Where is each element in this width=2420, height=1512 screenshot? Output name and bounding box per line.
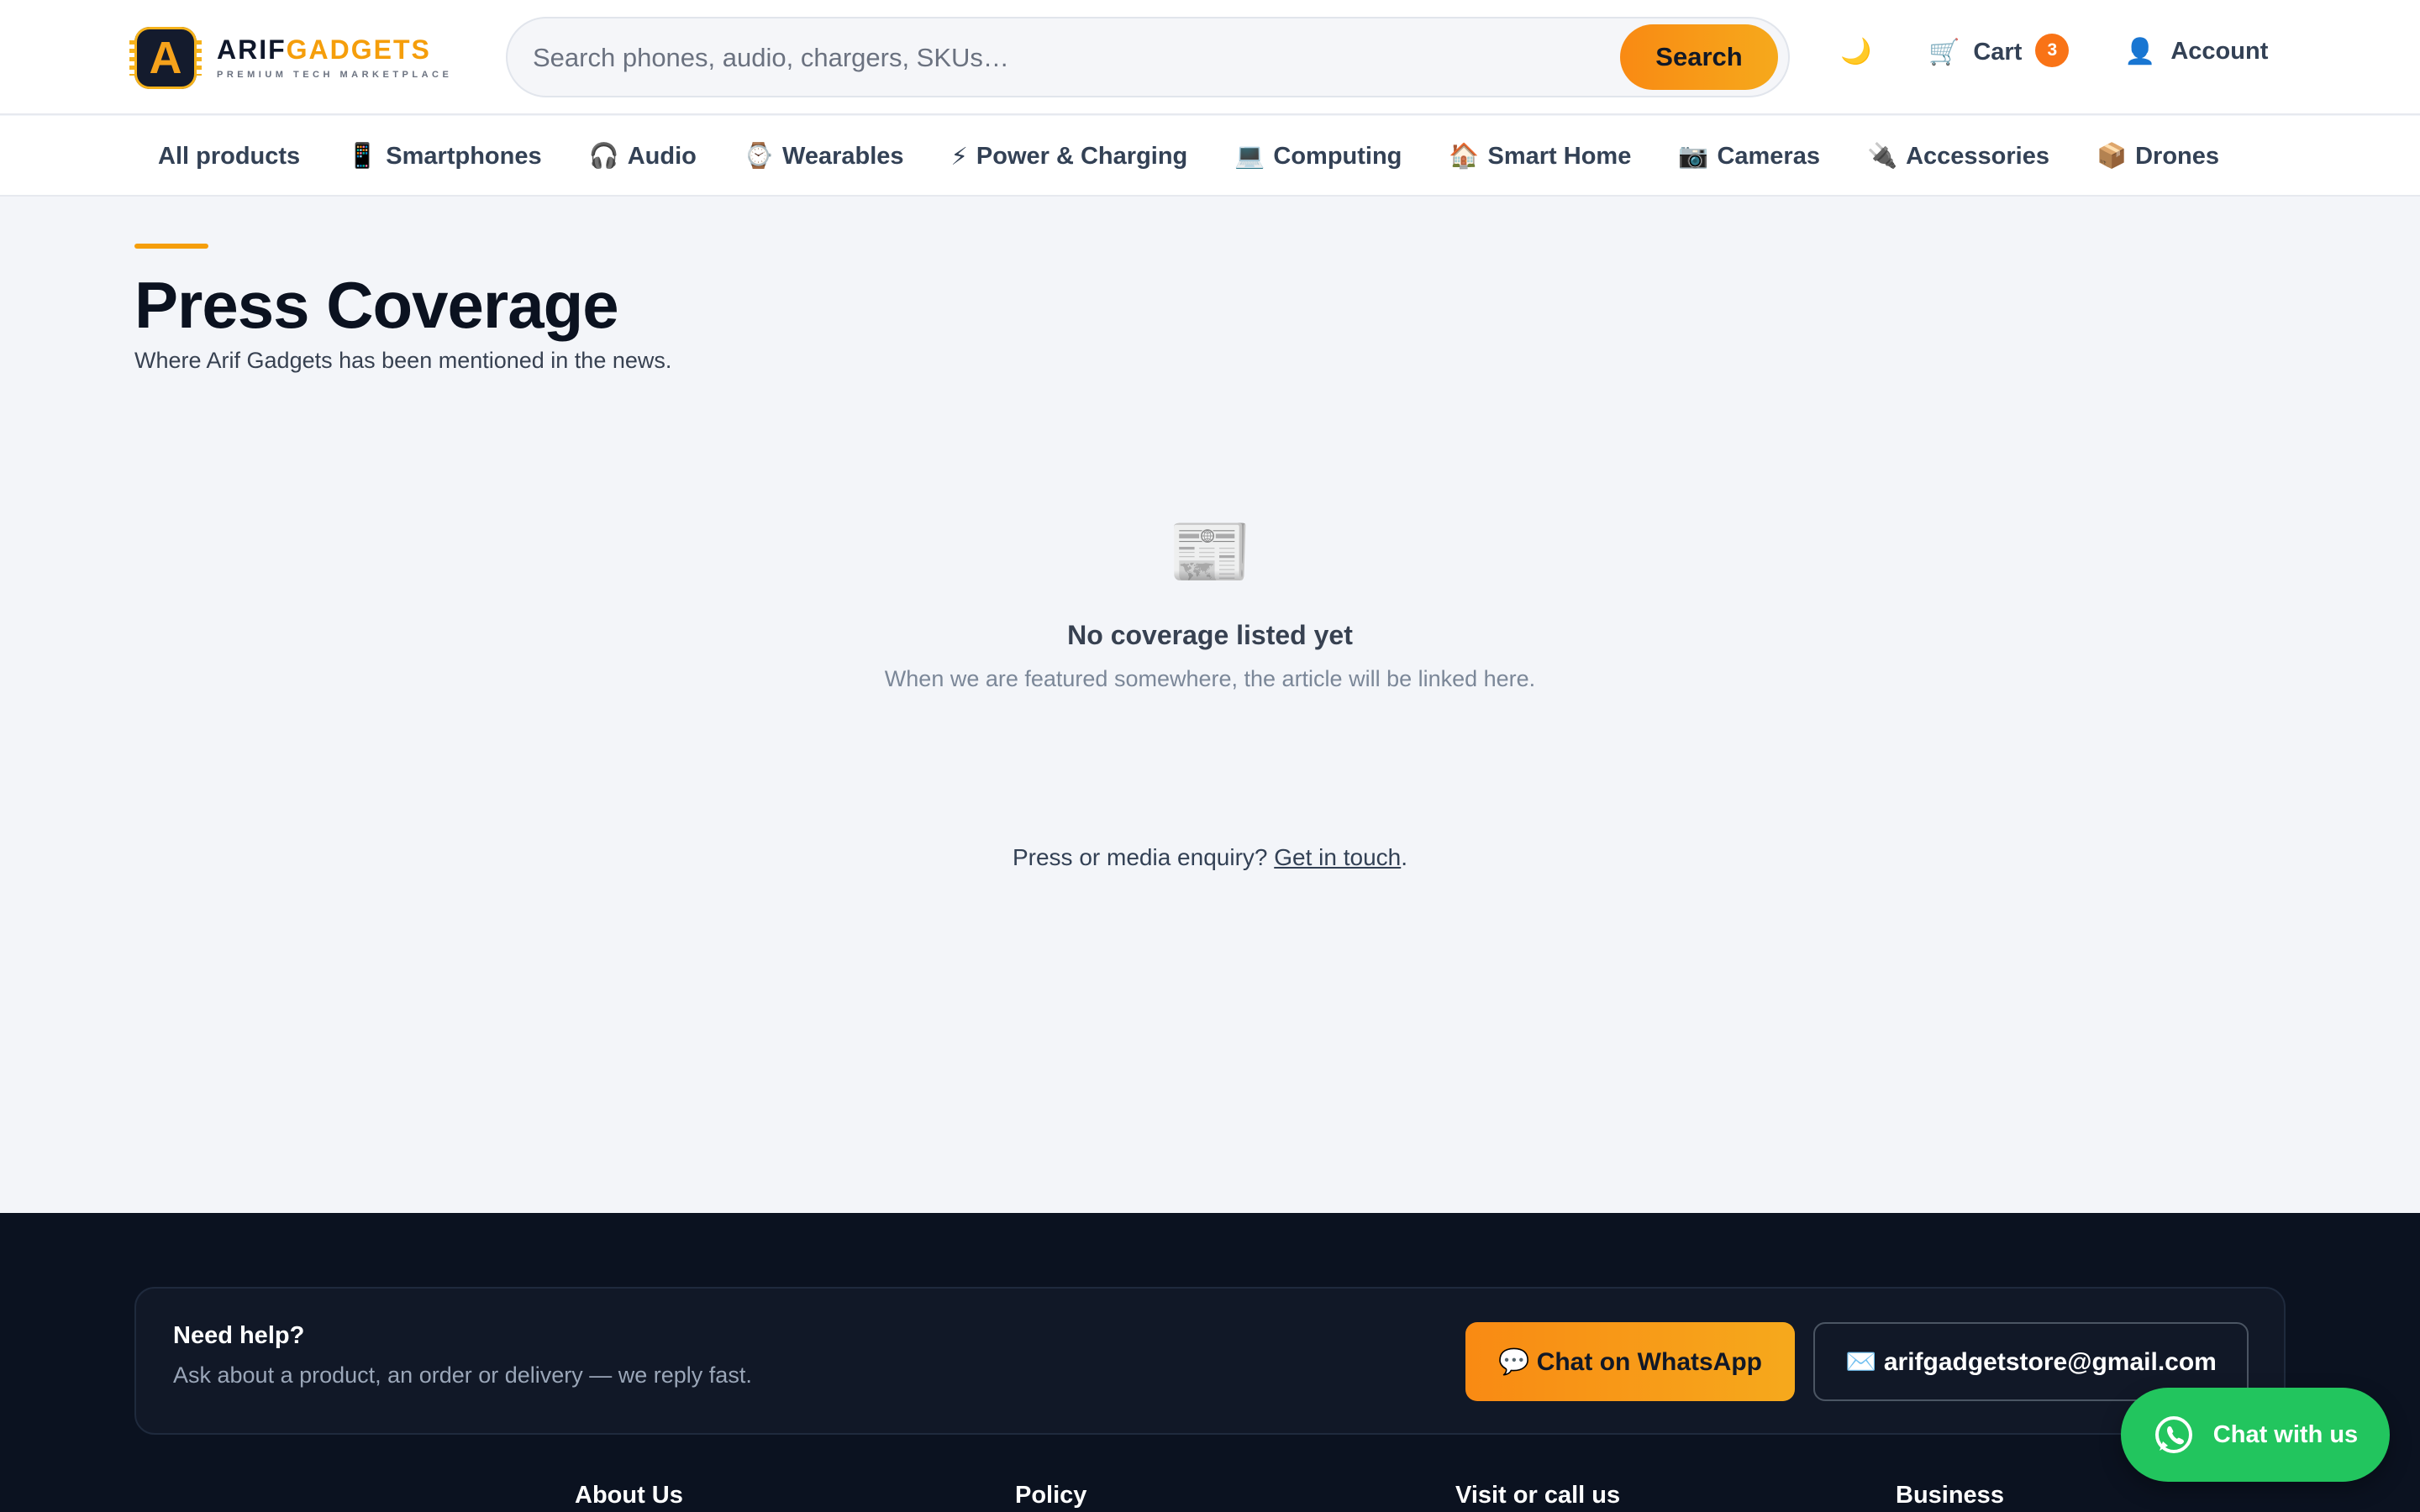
newspaper-icon: 📰 bbox=[1168, 514, 1252, 589]
help-title: Need help? bbox=[173, 1322, 305, 1349]
footer-heading-policy: Policy bbox=[1015, 1482, 1087, 1509]
empty-state: 📰 No coverage listed yet When we are fea… bbox=[0, 512, 2420, 692]
category-item-power-charging[interactable]: ⚡ Power & Charging bbox=[928, 142, 1212, 171]
user-icon: 👤 bbox=[2124, 38, 2156, 66]
category-item-all-products[interactable]: All products bbox=[134, 143, 324, 171]
whatsapp-icon bbox=[2154, 1416, 2192, 1453]
cart-count-badge: 3 bbox=[2035, 34, 2070, 67]
category-item-audio[interactable]: 🎧 Audio bbox=[566, 142, 720, 171]
category-item-drones[interactable]: 📦 Drones bbox=[2073, 142, 2243, 171]
page-subtitle: Where Arif Gadgets has been mentioned in… bbox=[134, 348, 672, 373]
search-input[interactable] bbox=[533, 37, 1591, 79]
site-footer: Need help? Ask about a product, an order… bbox=[0, 1213, 2420, 1512]
search-bar: Search bbox=[506, 17, 1790, 97]
chat-with-us-button[interactable]: Chat with us bbox=[2121, 1388, 2390, 1482]
lightning-icon: ⚡ bbox=[950, 143, 968, 171]
footer-heading-business: Business bbox=[1896, 1482, 2004, 1509]
press-enquiry-text: Press or media enquiry? bbox=[1012, 844, 1268, 870]
cart-link[interactable]: 🛒 Cart 3 bbox=[1928, 34, 2070, 67]
cart-label: Cart bbox=[1973, 38, 2023, 66]
headphones-icon: 🎧 bbox=[588, 143, 619, 170]
category-item-smart-home[interactable]: 🏠 Smart Home bbox=[1425, 142, 1655, 171]
footer-heading-about: About Us bbox=[575, 1482, 683, 1509]
cart-icon: 🛒 bbox=[1928, 38, 1960, 66]
category-item-wearables[interactable]: ⌚ Wearables bbox=[720, 142, 928, 171]
smartphone-icon: 📱 bbox=[347, 143, 378, 170]
top-header: A ARIFGADGETS PREMIUM TECH MARKETPLACE S… bbox=[0, 0, 2420, 115]
brand-logo-letter: A bbox=[149, 33, 182, 83]
empty-state-title: No coverage listed yet bbox=[1067, 620, 1353, 650]
account-label: Account bbox=[2170, 38, 2269, 65]
footer-heading-visit: Visit or call us bbox=[1455, 1482, 1621, 1509]
moon-icon[interactable]: 🌙 bbox=[1840, 37, 1871, 66]
brand-text: ARIFGADGETS PREMIUM TECH MARKETPLACE bbox=[217, 36, 452, 80]
brand-name: ARIFGADGETS bbox=[217, 34, 431, 65]
help-subtitle: Ask about a product, an order or deliver… bbox=[173, 1362, 752, 1388]
category-item-smartphones[interactable]: 📱 Smartphones bbox=[324, 142, 565, 171]
brand-logo-icon: A bbox=[129, 27, 202, 89]
category-item-cameras[interactable]: 📷 Cameras bbox=[1655, 142, 1844, 171]
watch-icon: ⌚ bbox=[743, 143, 774, 170]
chat-on-whatsapp-button[interactable]: 💬 Chat on WhatsApp bbox=[1465, 1322, 1795, 1401]
package-icon: 📦 bbox=[2096, 143, 2128, 170]
category-item-computing[interactable]: 💻 Computing bbox=[1211, 142, 1425, 171]
camera-icon: 📷 bbox=[1678, 143, 1709, 170]
house-icon: 🏠 bbox=[1449, 143, 1480, 170]
account-link[interactable]: 👤 Account bbox=[2124, 37, 2268, 66]
category-item-accessories[interactable]: 🔌 Accessories bbox=[1844, 142, 2073, 171]
category-nav: All products 📱 Smartphones 🎧 Audio ⌚ Wearab… bbox=[0, 116, 2420, 197]
page-title: Press Coverage bbox=[134, 268, 619, 342]
get-in-touch-link[interactable]: Get in touch bbox=[1274, 844, 1401, 870]
title-accent-bar bbox=[134, 244, 208, 249]
chat-with-us-label: Chat with us bbox=[2212, 1420, 2359, 1448]
brand-tagline: PREMIUM TECH MARKETPLACE bbox=[217, 70, 453, 80]
laptop-icon: 💻 bbox=[1234, 143, 1265, 170]
press-enquiry: Press or media enquiry? Get in touch. bbox=[1012, 844, 1408, 870]
help-card: Need help? Ask about a product, an order… bbox=[134, 1287, 2286, 1435]
search-button[interactable]: Search bbox=[1620, 24, 1778, 90]
empty-state-message: When we are featured somewhere, the arti… bbox=[884, 666, 1536, 691]
brand-logo-link[interactable]: A ARIFGADGETS PREMIUM TECH MARKETPLACE bbox=[129, 27, 452, 89]
plug-icon: 🔌 bbox=[1866, 143, 1898, 170]
